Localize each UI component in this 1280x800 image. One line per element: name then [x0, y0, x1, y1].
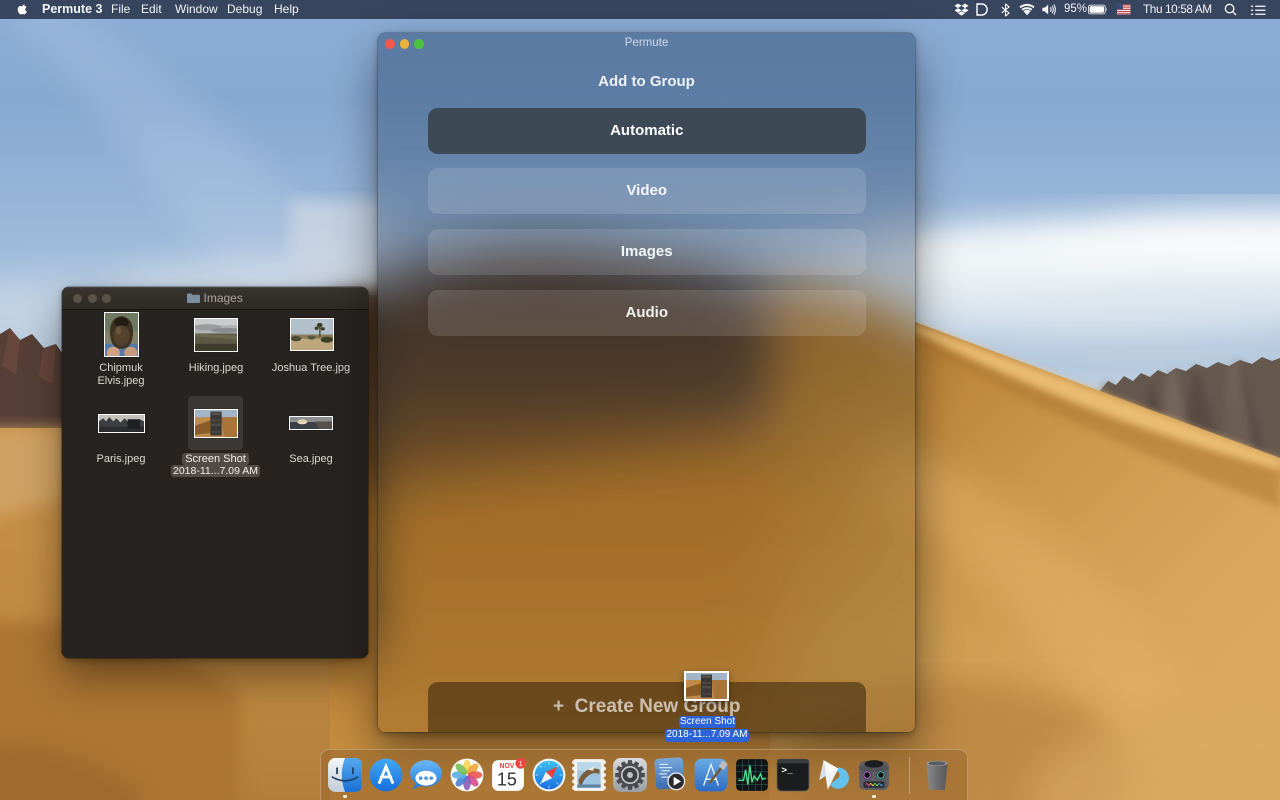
svg-text:1: 1: [519, 760, 523, 767]
svg-text:15: 15: [497, 769, 517, 789]
svg-text:>_: >_: [781, 764, 793, 775]
